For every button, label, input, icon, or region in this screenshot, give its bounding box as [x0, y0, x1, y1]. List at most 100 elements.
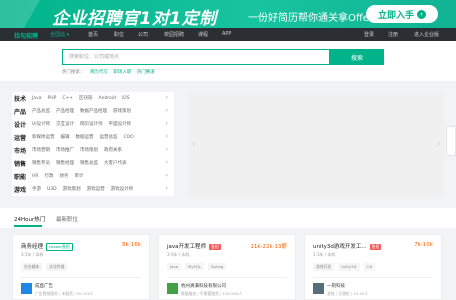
banner-subtitle: 一份好简历帮你通关拿Offer [248, 13, 374, 24]
job-salary: 11k-22k·13薪 [250, 244, 287, 250]
job-salary: 7k-10k [414, 242, 433, 248]
banner-cta-label: 立即入手 [377, 10, 414, 21]
category-item[interactable]: 数据产品经理 [80, 108, 107, 114]
category-item[interactable]: 新媒体运营 [32, 134, 55, 140]
search-input[interactable]: 搜索职位、公司或地点 [62, 49, 330, 65]
job-salary: 8k-16k [122, 242, 141, 248]
category-item[interactable]: 游戏运营 [87, 186, 105, 192]
job-card[interactable]: java开发工程师 急招 11k-22k·13薪 3-5年 / 本科 Java M… [158, 234, 296, 300]
company-name[interactable]: 一刻科技 [327, 283, 345, 289]
company-logo [167, 283, 178, 294]
category-item[interactable]: 销售专员 [32, 160, 50, 166]
banner-cta-button[interactable]: 立即入手 › [366, 5, 438, 23]
job-tag: C# [363, 263, 376, 271]
category-item[interactable]: HR [32, 174, 39, 179]
category-item[interactable]: 游戏策划 [113, 108, 131, 114]
category-item[interactable]: U3D [47, 187, 57, 192]
category-row[interactable]: 市场 市场营销 市场推广 市场策划 政府关系 › [14, 144, 174, 156]
job-tag: Java [167, 263, 182, 270]
category-item[interactable]: 市场推广 [56, 147, 74, 153]
job-title[interactable]: unity3d游戏开发工... 急招 [313, 242, 382, 250]
job-title-text: 商务经理 [21, 244, 44, 250]
category-item[interactable]: 财务 [60, 173, 69, 179]
category-item[interactable]: 大客户代表 [104, 160, 127, 166]
category-item[interactable]: 审计 [75, 173, 84, 179]
category-item[interactable]: 游戏策划 [63, 186, 81, 192]
tab-latest-jobs[interactable]: 最新职位 [56, 215, 78, 223]
carousel-next-icon[interactable]: › [437, 140, 440, 148]
top-nav: 拉勾招聘 全国站 ▾ 首页 职位 公司 校园招聘 课程 APP 登录 注册 进入… [0, 28, 456, 41]
category-row[interactable]: 运营 新媒体运营 编辑 数据运营 运营总监 COO › [14, 131, 174, 143]
category-item[interactable]: COO [124, 135, 134, 140]
job-meta: 3-5年 / 本科 [21, 252, 44, 257]
category-item[interactable]: UI设计师 [32, 121, 50, 127]
category-item[interactable]: 销售总监 [80, 160, 98, 166]
category-item[interactable]: 运营总监 [100, 134, 118, 140]
job-tags: 社交媒体 文化传媒 [21, 263, 68, 271]
urgent-badge: 急招 [209, 243, 221, 250]
site-logo[interactable]: 拉勾招聘 [14, 31, 38, 40]
hot-searches: 热门搜索： 简历代写 职场入职 热门赛道 [62, 69, 155, 75]
category-title: 游戏 [14, 186, 27, 194]
chevron-right-icon: › [165, 120, 168, 127]
category-row[interactable]: 产品 产品总监 产品经理 数据产品经理 游戏策划 › [14, 105, 174, 117]
hot-search-item[interactable]: 职场入职 [113, 70, 131, 75]
nav-item-companies[interactable]: 公司 [138, 31, 148, 38]
banner-headline: 企业招聘官1对1定制 [52, 9, 217, 28]
category-item[interactable]: 产品总监 [32, 108, 50, 114]
category-item[interactable]: 手游 [32, 186, 41, 192]
company-name[interactable]: 杭州爽满科技有限公司 [181, 283, 226, 289]
category-item[interactable]: 平面设计师 [109, 121, 132, 127]
nav-item-courses[interactable]: 课程 [198, 31, 208, 38]
job-title-text: java开发工程师 [167, 244, 207, 250]
category-item[interactable]: 游戏设计师 [111, 186, 134, 192]
carousel-prev-icon[interactable]: ‹ [192, 140, 195, 148]
company-name[interactable]: 成直广告 [35, 283, 53, 289]
category-row[interactable]: 销售 销售专员 销售经理 销售总监 大客户代表 › [14, 157, 174, 169]
chevron-right-icon: › [165, 172, 168, 179]
category-item[interactable]: 编辑 [61, 134, 70, 140]
category-item[interactable]: 产品经理 [56, 108, 74, 114]
search-button[interactable]: 搜索 [330, 49, 384, 65]
floating-toolbar[interactable] [446, 126, 456, 156]
job-title[interactable]: 商务经理 Leader直招 [21, 242, 73, 251]
job-tabs: 24Hour热门 最新职位 [0, 208, 456, 228]
category-item[interactable]: Android [99, 96, 116, 101]
nav-item-jobs[interactable]: 职位 [114, 31, 124, 38]
category-item[interactable]: 市场营销 [32, 147, 50, 153]
banner-carousel[interactable]: ‹ › [188, 94, 444, 198]
category-item[interactable]: 数据运营 [76, 134, 94, 140]
category-item[interactable]: 网页设计师 [80, 121, 103, 127]
category-item[interactable]: 区块链 [79, 95, 93, 101]
category-item[interactable]: 行政 [45, 173, 54, 179]
category-row[interactable]: 职能 HR 行政 财务 审计 › [14, 170, 174, 182]
nav-item-campus[interactable]: 校园招聘 [164, 31, 184, 38]
register-link[interactable]: 注册 [388, 31, 398, 38]
category-row[interactable]: 设计 UI设计师 交互设计 网页设计师 平面设计师 › [14, 118, 174, 130]
hot-search-item[interactable]: 简历代写 [90, 70, 108, 75]
card-divider [21, 277, 141, 278]
job-card[interactable]: 商务经理 Leader直招 8k-16k 3-5年 / 本科 社交媒体 文化传媒 … [12, 234, 150, 300]
job-title[interactable]: java开发工程师 急招 [167, 242, 221, 250]
category-row[interactable]: 技术 Java PHP C++ 区块链 Android iOS › [14, 92, 174, 104]
urgent-badge: 急招 [369, 243, 382, 250]
category-item[interactable]: C++ [62, 96, 73, 101]
city-selector[interactable]: 全国站 ▾ [50, 31, 69, 38]
category-item[interactable]: 市场策划 [80, 147, 98, 153]
category-item[interactable]: 交互设计 [56, 121, 74, 127]
job-tag: Unity3D [338, 263, 360, 271]
category-row[interactable]: 游戏 手游 U3D 游戏策划 游戏运营 游戏设计师 › [14, 183, 174, 195]
tab-24hour-hot[interactable]: 24Hour热门 [14, 215, 45, 223]
promo-banner[interactable]: 企业招聘官1对1定制 一份好简历帮你通关拿Offer 立即入手 › [0, 0, 456, 28]
enterprise-link[interactable]: 进入企业版 [414, 31, 439, 38]
category-item[interactable]: 销售经理 [56, 160, 74, 166]
job-card[interactable]: unity3d游戏开发工... 急招 7k-10k 1-3年 / 本科 游戏开发 … [304, 234, 442, 300]
category-item[interactable]: PHP [48, 96, 57, 101]
category-item[interactable]: iOS [122, 96, 130, 101]
login-link[interactable]: 登录 [364, 31, 374, 38]
category-item[interactable]: 政府关系 [104, 147, 122, 153]
nav-item-home[interactable]: 首页 [88, 31, 98, 38]
nav-item-app[interactable]: APP [222, 31, 231, 37]
hot-search-item[interactable]: 热门赛道 [137, 70, 155, 75]
category-item[interactable]: Java [32, 96, 42, 101]
